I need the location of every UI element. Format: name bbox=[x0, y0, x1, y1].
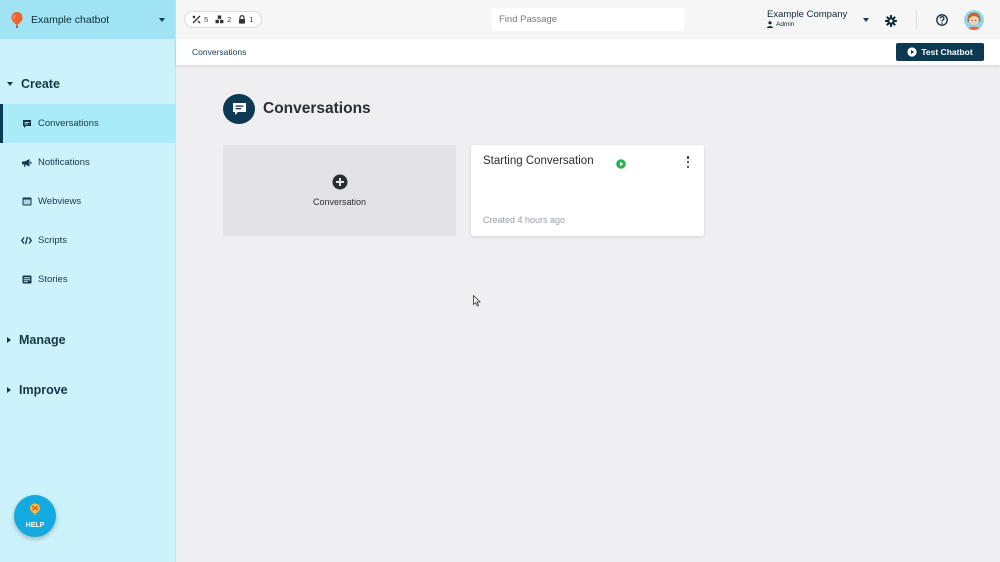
stat-lock: 1 bbox=[238, 15, 254, 24]
caret-right-icon bbox=[7, 337, 11, 343]
avatar[interactable] bbox=[964, 10, 984, 30]
user-role-label: Admin bbox=[776, 21, 795, 28]
test-chatbot-button[interactable]: Test Chatbot bbox=[896, 43, 984, 61]
play-status-icon bbox=[616, 156, 626, 169]
section-manage[interactable]: Manage bbox=[0, 329, 175, 351]
top-bar: 5 2 1 Example Company Admin bbox=[176, 0, 1000, 39]
sidebar: Example chatbot Create Conversations Not… bbox=[0, 0, 176, 562]
stat-boxes-value: 2 bbox=[227, 15, 232, 24]
help-circle-icon[interactable] bbox=[936, 13, 948, 26]
section-manage-label: Manage bbox=[19, 333, 66, 347]
sidebar-item-label: Stories bbox=[38, 274, 68, 285]
sub-bar: Conversations Test Chatbot bbox=[176, 39, 1000, 65]
sidebar-item-label: Webviews bbox=[38, 196, 82, 207]
webview-icon bbox=[21, 196, 32, 207]
chat-icon bbox=[223, 94, 255, 124]
company-switcher[interactable]: Example Company Admin bbox=[767, 9, 847, 28]
stat-boxes: 2 bbox=[215, 15, 231, 24]
caret-down-icon bbox=[7, 82, 13, 86]
stats-pill[interactable]: 5 2 1 bbox=[184, 11, 262, 28]
mouse-cursor-icon bbox=[473, 294, 481, 307]
more-vertical-icon[interactable] bbox=[682, 155, 694, 169]
chevron-down-icon[interactable] bbox=[863, 18, 869, 22]
caret-right-icon bbox=[7, 387, 11, 393]
sidebar-item-stories[interactable]: Stories bbox=[0, 260, 175, 299]
code-icon bbox=[21, 235, 32, 246]
stat-lock-value: 1 bbox=[249, 15, 254, 24]
company-name: Example Company bbox=[767, 9, 848, 20]
sidebar-item-label: Conversations bbox=[38, 118, 99, 129]
plus-circle-icon bbox=[332, 174, 348, 190]
help-button[interactable]: HELP bbox=[14, 495, 56, 537]
balloon-logo-icon bbox=[10, 11, 24, 28]
section-improve[interactable]: Improve bbox=[0, 379, 175, 401]
new-conversation-card[interactable]: Conversation bbox=[223, 145, 456, 236]
sidebar-item-label: Notifications bbox=[38, 157, 90, 168]
help-label: HELP bbox=[25, 522, 45, 529]
balloon-help-icon bbox=[28, 503, 42, 521]
chatbot-switcher[interactable]: Example chatbot bbox=[0, 0, 175, 39]
sidebar-item-scripts[interactable]: Scripts bbox=[0, 221, 175, 260]
user-role: Admin bbox=[767, 21, 847, 28]
boxes-icon bbox=[215, 15, 224, 24]
find-passage-input[interactable] bbox=[492, 8, 684, 31]
conversation-created: Created 4 hours ago bbox=[483, 215, 566, 225]
megaphone-icon bbox=[21, 157, 32, 168]
chatbot-name: Example chatbot bbox=[31, 13, 110, 26]
sidebar-item-label: Scripts bbox=[38, 235, 68, 246]
chat-icon bbox=[21, 118, 32, 129]
conversation-card[interactable]: Starting Conversation Created 4 hours ag… bbox=[471, 145, 704, 236]
conversation-title: Starting Conversation bbox=[483, 155, 594, 167]
play-circle-icon bbox=[907, 47, 917, 57]
divider bbox=[916, 10, 917, 29]
sidebar-item-webviews[interactable]: Webviews bbox=[0, 182, 175, 221]
section-create[interactable]: Create bbox=[0, 73, 175, 95]
gear-icon[interactable] bbox=[885, 14, 897, 27]
sidebar-item-conversations[interactable]: Conversations bbox=[0, 104, 175, 143]
lock-icon bbox=[239, 15, 246, 24]
section-improve-label: Improve bbox=[19, 383, 68, 397]
test-chatbot-label: Test Chatbot bbox=[921, 47, 973, 57]
stories-icon bbox=[21, 274, 32, 285]
stat-tools-value: 5 bbox=[204, 15, 209, 24]
chevron-down-icon bbox=[159, 17, 165, 22]
user-icon bbox=[767, 21, 773, 28]
sidebar-item-notifications[interactable]: Notifications bbox=[0, 143, 175, 182]
breadcrumb[interactable]: Conversations bbox=[192, 47, 246, 57]
tools-icon bbox=[192, 15, 201, 24]
new-conversation-label: Conversation bbox=[312, 197, 367, 207]
page-title: Conversations bbox=[263, 100, 371, 117]
stat-tools: 5 bbox=[192, 15, 208, 24]
section-create-label: Create bbox=[21, 77, 60, 91]
